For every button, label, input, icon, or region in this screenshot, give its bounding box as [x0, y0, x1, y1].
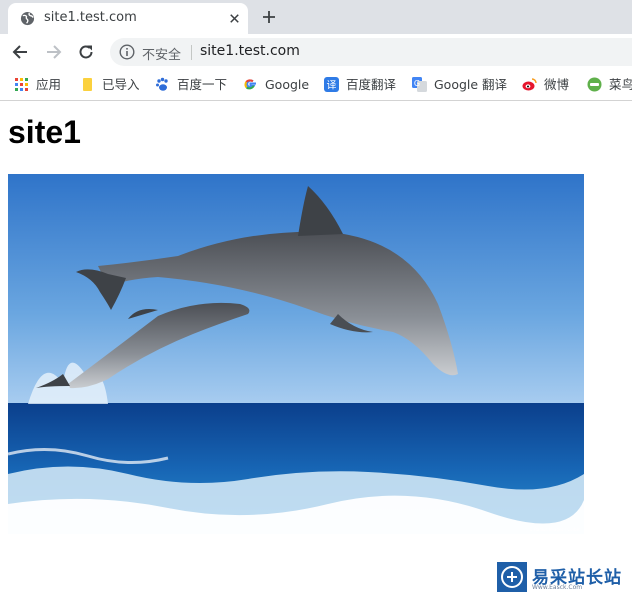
forward-arrow-icon[interactable] — [43, 42, 63, 62]
bookmark-label: 百度翻译 — [346, 77, 397, 92]
reload-icon[interactable] — [76, 42, 96, 62]
weibo-icon — [522, 78, 537, 91]
bookmark-label: 微博 — [544, 77, 570, 92]
folder-icon — [83, 78, 92, 91]
new-tab-plus-icon[interactable] — [261, 9, 277, 25]
tab-title: site1.test.com — [44, 10, 137, 25]
svg-text:G: G — [414, 79, 420, 88]
dolphins-photo: © Radius Images / Corbis — [8, 174, 584, 534]
bookmark-label: 菜鸟 — [609, 77, 632, 92]
security-status-label: 不安全 — [142, 48, 182, 63]
bookmark-label: 百度一下 — [177, 77, 228, 92]
google-translate-icon: G — [412, 77, 427, 92]
bookmark-label: Google 翻译 — [434, 77, 508, 92]
close-icon[interactable] — [227, 11, 242, 26]
baidu-paw-icon — [156, 77, 168, 91]
watermark-logo-icon — [497, 562, 527, 592]
omnibox-divider — [191, 45, 192, 60]
url-text[interactable]: site1.test.com — [200, 43, 300, 59]
svg-text:译: 译 — [327, 80, 337, 92]
bookmark-label: 已导入 — [102, 77, 140, 92]
tab-strip: site1.test.com — [0, 0, 632, 34]
browser-toolbar: 不安全 site1.test.com — [0, 34, 632, 70]
page-heading: site1 — [8, 114, 81, 150]
globe-icon — [20, 11, 35, 26]
baidu-translate-icon: 译 — [324, 77, 339, 92]
runoob-icon — [587, 77, 602, 92]
browser-tab[interactable]: site1.test.com — [8, 3, 248, 34]
bookmark-label: Google — [265, 77, 310, 92]
bookmark-label: 应用 — [36, 77, 62, 92]
bookmarks-bar: 应用 已导入 百度一下 Google 译 百度翻译 G Google 翻译 微博… — [0, 70, 632, 101]
back-arrow-icon[interactable] — [11, 42, 31, 62]
info-icon[interactable] — [119, 44, 135, 60]
apps-grid-icon — [15, 78, 28, 91]
google-g-icon — [244, 79, 256, 90]
image-credit: © Radius Images / Corbis — [529, 527, 580, 532]
watermark-subtext: Www.Easck.Com — [532, 584, 583, 591]
site-watermark: 易采站长站 Www.Easck.Com — [497, 560, 632, 594]
address-bar[interactable]: 不安全 site1.test.com — [110, 38, 632, 66]
